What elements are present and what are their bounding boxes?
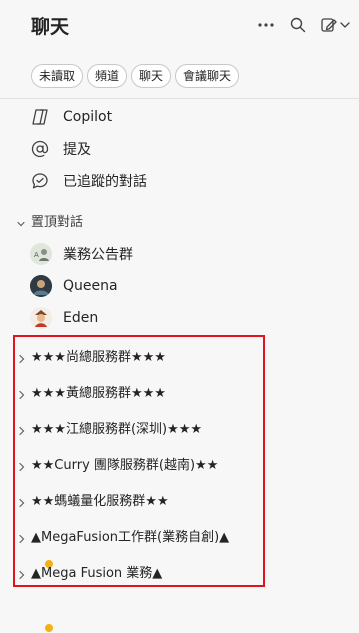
nav-item-followed-chats[interactable]: 已追蹤的對話 xyxy=(0,165,359,197)
nav-item-label: Copilot xyxy=(63,109,113,125)
pinned-chat-item[interactable]: Queena xyxy=(0,270,359,569)
pinned-chat-item[interactable]: A 業務公告群 xyxy=(0,238,359,270)
chat-name: Eden xyxy=(63,310,99,326)
filter-bar: 未讀取 頻道 聊天 會議聊天 xyxy=(31,64,240,88)
away-status-icon xyxy=(44,623,54,633)
followed-chat-icon xyxy=(30,171,50,191)
chevron-down-icon xyxy=(16,214,26,227)
highlight-box xyxy=(13,335,265,587)
nav-item-label: 提及 xyxy=(63,142,91,158)
filter-chats[interactable]: 聊天 xyxy=(131,64,172,88)
group-avatar: A xyxy=(30,243,52,265)
search-icon[interactable] xyxy=(288,15,308,35)
filter-meeting-chats[interactable]: 會議聊天 xyxy=(175,64,240,88)
divider xyxy=(0,98,359,99)
chat-name: Queena xyxy=(63,278,118,294)
nav-item-copilot[interactable]: Copilot xyxy=(0,101,359,133)
new-chat-icon[interactable] xyxy=(320,15,340,35)
svg-text:A: A xyxy=(34,251,39,259)
chat-name: 業務公告群 xyxy=(63,247,133,263)
page-title: 聊天 xyxy=(31,16,70,38)
section-label: 置頂對話 xyxy=(31,215,84,230)
pinned-chat-item[interactable]: Eden xyxy=(0,302,359,633)
chat-header: 聊天 xyxy=(0,0,359,52)
user-avatar xyxy=(30,275,52,297)
at-mention-icon xyxy=(30,139,50,159)
nav-item-mentions[interactable]: 提及 xyxy=(0,133,359,165)
chevron-down-icon[interactable] xyxy=(338,15,352,35)
pinned-section-header[interactable]: 置頂對話 xyxy=(0,208,359,232)
filter-channels[interactable]: 頻道 xyxy=(87,64,128,88)
filter-unread[interactable]: 未讀取 xyxy=(31,64,84,88)
copilot-icon xyxy=(30,107,50,127)
more-options-icon[interactable] xyxy=(256,15,276,35)
user-avatar xyxy=(30,307,52,329)
nav-item-label: 已追蹤的對話 xyxy=(63,174,147,190)
